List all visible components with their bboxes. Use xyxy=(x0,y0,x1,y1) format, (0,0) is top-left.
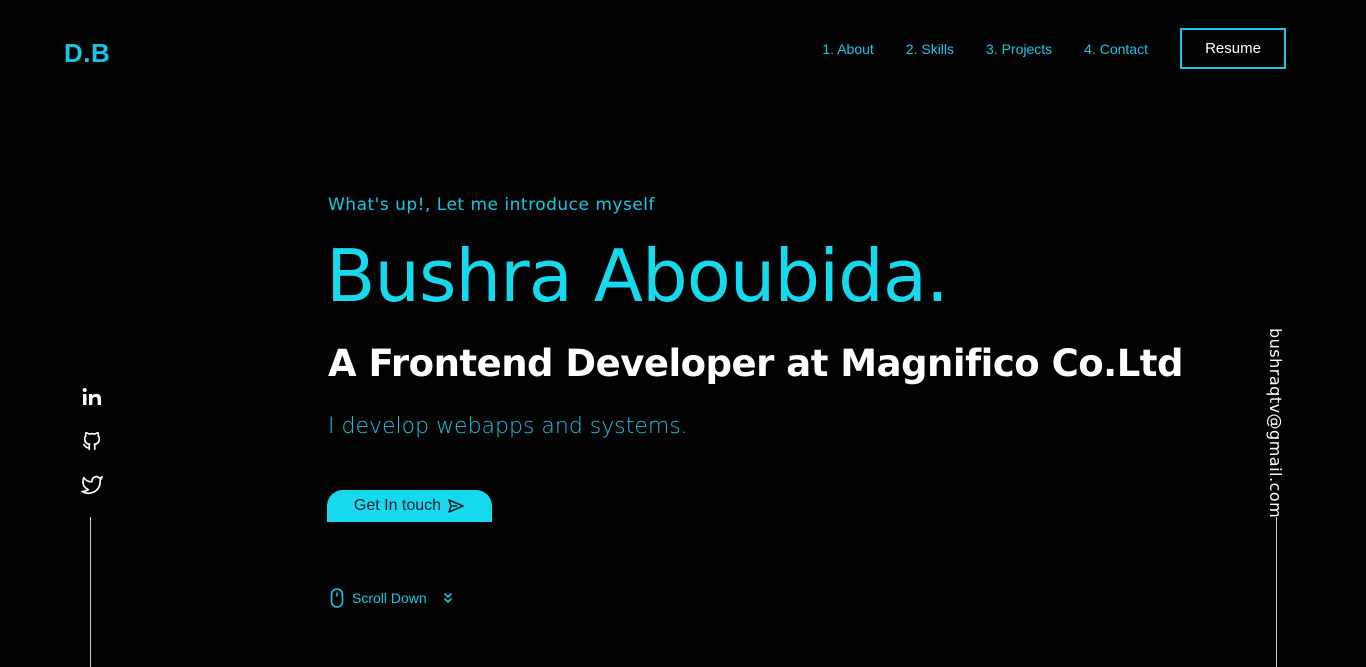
nav-item-skills[interactable]: 2. Skills xyxy=(906,41,954,57)
social-divider-line xyxy=(90,517,91,667)
intro-text: What's up!, Let me introduce myself xyxy=(328,195,656,215)
get-in-touch-button[interactable]: Get In touch xyxy=(327,490,492,522)
main-nav: 1. About 2. Skills 3. Projects 4. Contac… xyxy=(822,28,1286,69)
nav-item-about[interactable]: 1. About xyxy=(822,41,873,57)
site-logo[interactable]: D.B xyxy=(64,38,110,69)
resume-button[interactable]: Resume xyxy=(1180,28,1286,69)
nav-item-contact[interactable]: 4. Contact xyxy=(1084,41,1148,57)
twitter-icon[interactable] xyxy=(80,473,104,497)
email-divider-line xyxy=(1276,517,1277,667)
hero-tagline: I develop webapps and systems. xyxy=(328,414,688,439)
double-chevron-down-icon xyxy=(443,593,452,603)
scroll-down[interactable]: Scroll Down xyxy=(330,588,453,608)
scroll-down-label: Scroll Down xyxy=(352,590,427,606)
send-icon xyxy=(448,499,464,513)
hero-name: Bushra Aboubida. xyxy=(326,234,949,318)
nav-item-projects[interactable]: 3. Projects xyxy=(986,41,1052,57)
github-icon[interactable] xyxy=(80,429,104,453)
hero-role: A Frontend Developer at Magnifico Co.Ltd xyxy=(328,342,1183,385)
social-links xyxy=(80,385,104,517)
mouse-icon xyxy=(330,588,344,608)
get-in-touch-label: Get In touch xyxy=(353,497,442,514)
email-link[interactable]: bushraqtv@gmail.com xyxy=(1266,328,1285,518)
linkedin-icon[interactable] xyxy=(80,385,104,409)
